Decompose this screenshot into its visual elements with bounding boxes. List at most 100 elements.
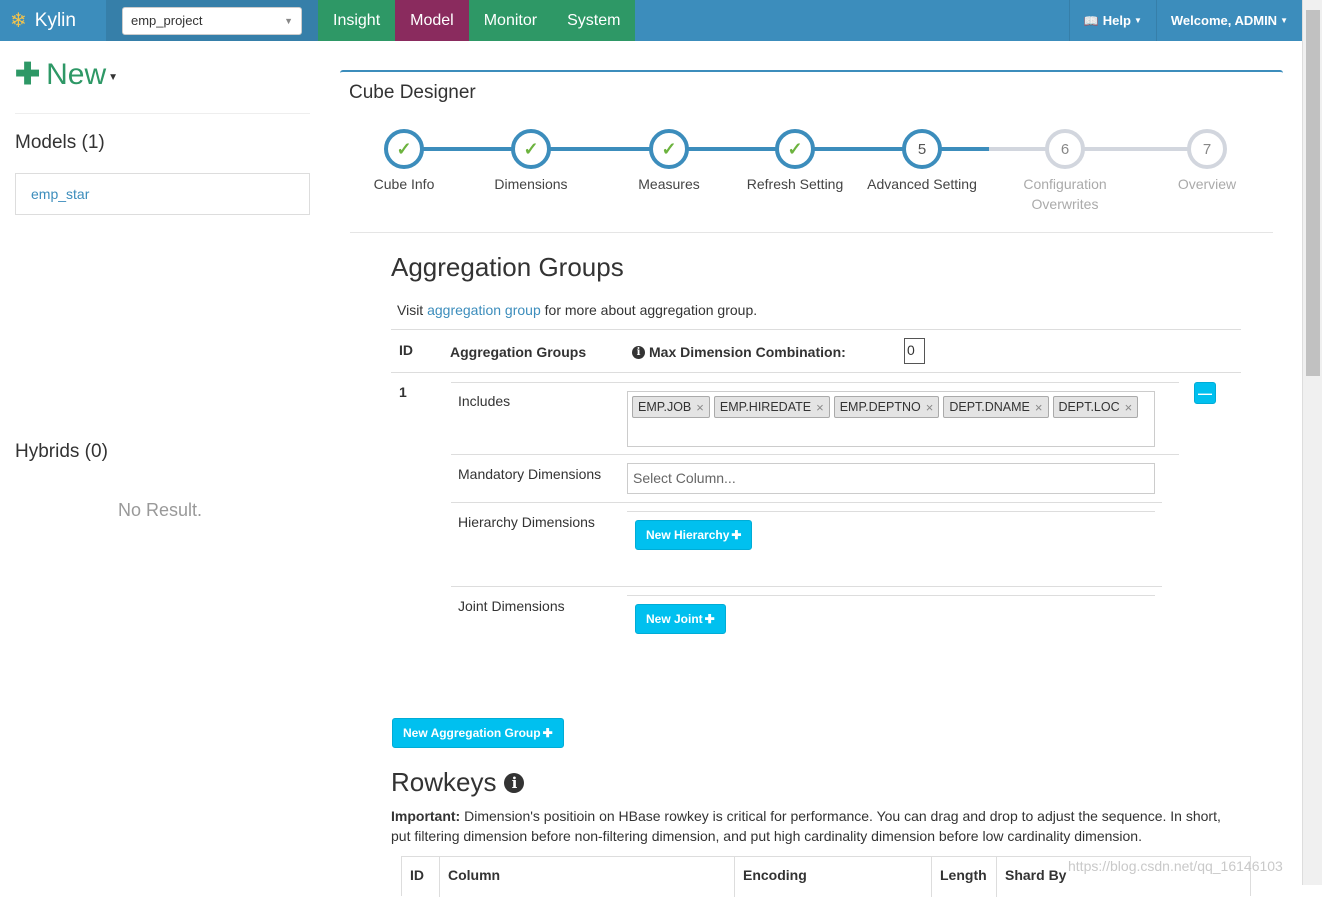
close-icon[interactable]: × bbox=[1125, 400, 1133, 415]
brand[interactable]: ❄ Kylin bbox=[0, 0, 106, 41]
step-refresh-setting[interactable]: ✓ Refresh Setting bbox=[725, 127, 865, 194]
project-select[interactable]: emp_project ▼ bbox=[122, 6, 302, 35]
column-header-column: Column bbox=[440, 857, 735, 897]
divider bbox=[451, 382, 1179, 383]
aggregation-help-text: Visit aggregation group for more about a… bbox=[397, 302, 757, 318]
divider bbox=[451, 454, 1179, 455]
mandatory-dimensions-label: Mandatory Dimensions bbox=[458, 466, 602, 482]
caret-down-icon: ▼ bbox=[108, 72, 119, 83]
aggregation-group-link[interactable]: aggregation group bbox=[427, 302, 541, 318]
mandatory-dimensions-select[interactable]: Select Column... bbox=[627, 463, 1155, 494]
step-configuration-overwrites[interactable]: 6 Configuration Overwrites bbox=[995, 127, 1135, 214]
include-tag: EMP.JOB × bbox=[632, 396, 710, 418]
tab-insight[interactable]: Insight bbox=[318, 0, 396, 41]
divider bbox=[627, 595, 1155, 596]
caret-down-icon: ▼ bbox=[1133, 16, 1142, 25]
max-combination-input[interactable]: 0 bbox=[904, 338, 925, 364]
kylin-logo-icon: ❄ bbox=[10, 9, 27, 32]
step-overview[interactable]: 7 Overview bbox=[1137, 127, 1277, 194]
tag-label: EMP.JOB bbox=[638, 400, 692, 414]
step-label: Dimensions bbox=[494, 176, 568, 192]
close-icon[interactable]: × bbox=[1035, 400, 1043, 415]
check-icon: ✓ bbox=[523, 138, 539, 159]
rowkeys-note-text: Dimension's positioin on HBase rowkey is… bbox=[391, 808, 1221, 844]
step-circle: 5 bbox=[902, 129, 942, 169]
tag-label: EMP.DEPTNO bbox=[839, 400, 921, 414]
visit-prefix: Visit bbox=[397, 302, 424, 318]
welcome-label: Welcome, ADMIN bbox=[1170, 13, 1278, 28]
caret-down-icon: ▼ bbox=[1280, 16, 1288, 25]
step-circle: ✓ bbox=[384, 129, 424, 169]
include-tag: DEPT.DNAME × bbox=[943, 396, 1049, 418]
check-icon: ✓ bbox=[396, 138, 412, 159]
step-circle: ✓ bbox=[649, 129, 689, 169]
new-button-label: New bbox=[46, 57, 107, 91]
step-label: Overview bbox=[1177, 176, 1237, 192]
tab-system[interactable]: System bbox=[552, 0, 636, 41]
group-id: 1 bbox=[399, 384, 407, 400]
tab-monitor[interactable]: Monitor bbox=[468, 0, 553, 41]
check-icon: ✓ bbox=[661, 138, 677, 159]
new-button[interactable]: ✚ New ▼ bbox=[15, 57, 118, 92]
header-max-combination: i Max Dimension Combination: bbox=[632, 344, 846, 360]
step-label: Refresh Setting bbox=[746, 176, 844, 192]
plus-icon: ✚ bbox=[542, 726, 553, 740]
top-navbar: ❄ Kylin emp_project ▼ Insight Model Moni… bbox=[0, 0, 1302, 41]
step-label: Configuration Overwrites bbox=[1023, 176, 1107, 212]
step-dimensions[interactable]: ✓ Dimensions bbox=[461, 127, 601, 194]
divider bbox=[451, 502, 1162, 503]
sidebar: ✚ New ▼ Models (1) emp_star Hybrids (0) … bbox=[15, 41, 311, 885]
tag-label: DEPT.DNAME bbox=[949, 400, 1030, 414]
step-label: Measures bbox=[638, 176, 700, 192]
help-label: Help bbox=[1102, 13, 1131, 28]
hybrids-heading: Hybrids (0) bbox=[15, 441, 108, 462]
cube-designer-panel: Cube Designer ✓ Cube Info ✓ Dimensions ✓… bbox=[340, 70, 1283, 897]
rowkeys-title: Rowkeys i bbox=[391, 767, 525, 798]
plus-icon: ✚ bbox=[15, 58, 41, 91]
step-circle: 7 bbox=[1187, 129, 1227, 169]
user-menu[interactable]: Welcome, ADMIN ▼ bbox=[1155, 0, 1302, 41]
rowkeys-title-text: Rowkeys bbox=[391, 767, 497, 797]
new-hierarchy-label: New Hierarchy bbox=[646, 528, 730, 542]
close-icon[interactable]: × bbox=[696, 400, 704, 415]
tab-model[interactable]: Model bbox=[395, 0, 469, 41]
include-tag: EMP.HIREDATE × bbox=[713, 396, 830, 418]
remove-group-button[interactable]: — bbox=[1194, 382, 1216, 404]
tag-label: DEPT.LOC bbox=[1058, 400, 1120, 414]
help-menu[interactable]: 📖 Help ▼ bbox=[1068, 0, 1156, 41]
max-combination-label: Max Dimension Combination: bbox=[649, 344, 846, 360]
plus-icon: ✚ bbox=[731, 528, 742, 542]
no-result-text: No Result. bbox=[118, 500, 203, 520]
step-cube-info[interactable]: ✓ Cube Info bbox=[334, 127, 474, 194]
check-icon: ✓ bbox=[787, 138, 803, 159]
divider bbox=[451, 586, 1162, 587]
info-icon[interactable]: i bbox=[504, 772, 525, 793]
close-icon[interactable]: × bbox=[926, 400, 934, 415]
include-tag: EMP.DEPTNO × bbox=[833, 396, 940, 418]
aggregation-table-header: ID Aggregation Groups i Max Dimension Co… bbox=[391, 329, 1241, 373]
column-header-id: ID bbox=[402, 857, 440, 897]
close-icon[interactable]: × bbox=[816, 400, 824, 415]
new-hierarchy-button[interactable]: New Hierarchy ✚ bbox=[635, 520, 753, 550]
includes-input[interactable]: EMP.JOB × EMP.HIREDATE × EMP.DEPTNO × DEPT.DNA… bbox=[627, 391, 1155, 447]
vertical-scrollbar[interactable] bbox=[1302, 0, 1322, 885]
scrollbar-thumb[interactable] bbox=[1306, 10, 1320, 376]
plus-icon: ✚ bbox=[704, 612, 715, 626]
model-list: emp_star bbox=[15, 173, 310, 215]
new-joint-button[interactable]: New Joint ✚ bbox=[635, 604, 726, 634]
divider bbox=[627, 511, 1155, 512]
model-item-emp-star[interactable]: emp_star bbox=[31, 186, 89, 202]
project-select-wrapper: emp_project ▼ bbox=[106, 0, 318, 41]
column-header-encoding: Encoding bbox=[735, 857, 932, 897]
panel-title: Cube Designer bbox=[349, 82, 476, 103]
step-measures[interactable]: ✓ Measures bbox=[599, 127, 739, 194]
rowkeys-note: Important: Dimension's positioin on HBas… bbox=[391, 806, 1231, 846]
step-label: Advanced Setting bbox=[867, 176, 977, 192]
step-advanced-setting[interactable]: 5 Advanced Setting bbox=[852, 127, 992, 194]
visit-suffix: for more about aggregation group. bbox=[544, 302, 758, 318]
new-aggregation-group-button[interactable]: New Aggregation Group ✚ bbox=[392, 718, 564, 748]
step-circle: ✓ bbox=[775, 129, 815, 169]
info-icon[interactable]: i bbox=[632, 345, 645, 359]
hierarchy-dimensions-label: Hierarchy Dimensions bbox=[458, 514, 595, 530]
